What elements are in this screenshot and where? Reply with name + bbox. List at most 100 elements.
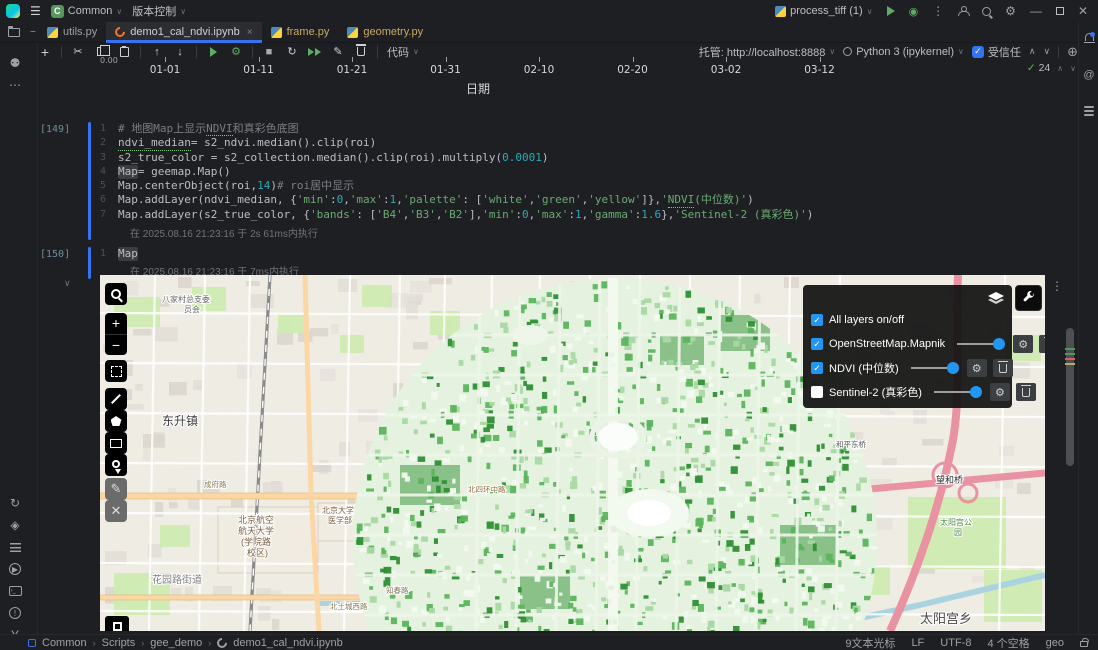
restart-kernel-button[interactable]: ↻ <box>285 45 299 59</box>
layer-settings-button[interactable]: ⚙ <box>1013 335 1033 353</box>
layer-visibility-checkbox[interactable] <box>811 386 823 398</box>
map-extra-button[interactable] <box>105 616 129 631</box>
status-item[interactable]: geo <box>1046 637 1064 649</box>
run-button[interactable] <box>887 6 895 16</box>
structure-tool-icon[interactable]: ⚉ <box>7 55 23 71</box>
stop-kernel-button[interactable]: ■ <box>262 45 276 59</box>
vcs-menu[interactable]: 版本控制 ∨ <box>132 3 186 19</box>
tab-geometry.py[interactable]: geometry.py <box>338 22 432 42</box>
editor-scrollbar[interactable] <box>1064 60 1076 634</box>
move-cell-up-button[interactable]: ↑ <box>150 45 164 59</box>
code-editor-area[interactable]: 1Map <box>96 247 1060 261</box>
jupyter-server-selector[interactable]: 托管: http://localhost:8888 ∨ <box>699 44 835 60</box>
services-tool-icon[interactable] <box>7 539 23 555</box>
status-item[interactable]: 4 个空格 <box>987 635 1029 650</box>
lock-icon[interactable] <box>1080 641 1088 647</box>
code-line[interactable]: 1Map <box>96 247 1060 261</box>
cut-cell-button[interactable]: ✂ <box>71 45 85 59</box>
add-cell-button[interactable]: + <box>38 45 52 59</box>
search-everywhere-icon[interactable] <box>982 7 991 16</box>
status-item[interactable]: LF <box>911 637 924 649</box>
scroll-up-icon[interactable]: ∧ <box>1057 64 1063 73</box>
window-maximize-button[interactable] <box>1056 7 1064 15</box>
layer-opacity-slider[interactable] <box>934 391 980 393</box>
layer-visibility-checkbox[interactable]: ✓ <box>811 362 823 374</box>
terminal-tool-icon[interactable]: ›_ <box>7 583 23 599</box>
fullscreen-button[interactable] <box>105 360 127 382</box>
run-cell-button[interactable] <box>206 45 220 59</box>
layer-settings-button[interactable]: ⚙ <box>967 359 987 377</box>
more-actions-kebab-icon[interactable]: ⋮ <box>932 4 944 18</box>
all-layers-checkbox[interactable]: ✓ <box>811 314 823 326</box>
run-tool-icon[interactable]: ▶ <box>7 561 23 577</box>
layer-opacity-slider[interactable] <box>957 343 1003 345</box>
window-minimize-button[interactable]: — <box>1030 4 1042 18</box>
tab-close-icon[interactable]: × <box>247 27 253 38</box>
ai-assistant-icon[interactable]: @ <box>1082 68 1096 82</box>
browser-preview-icon[interactable]: ⊕ <box>1067 44 1078 60</box>
zoom-out-button[interactable]: − <box>105 335 127 356</box>
clear-outputs-button[interactable]: ✎ <box>331 45 345 59</box>
run-config-selector[interactable]: process_tiff (1) ∨ <box>775 5 872 17</box>
code-with-me-icon[interactable] <box>958 6 968 16</box>
kernel-selector[interactable]: Python 3 (ipykernel) ∨ <box>843 46 964 58</box>
prev-cell-button[interactable]: ∧ <box>1029 46 1036 57</box>
notifications-bell-icon[interactable] <box>1082 30 1096 44</box>
code-line[interactable]: 7Map.addLayer(s2_true_color, {'bands': [… <box>96 208 1060 222</box>
tab-demo1_cal_ndvi.ipynb[interactable]: demo1_cal_ndvi.ipynb× <box>106 22 261 42</box>
draw-marker-button[interactable] <box>105 454 127 476</box>
sync-tool-icon[interactable]: ↻ <box>7 495 23 511</box>
project-selector[interactable]: C Common ∨ <box>51 5 122 18</box>
code-line[interactable]: 1# 地图Map上显示NDVI和真彩色底图 <box>96 122 1060 136</box>
window-close-button[interactable]: ✕ <box>1078 4 1088 18</box>
run-all-cells-button[interactable] <box>308 45 322 59</box>
commit-tool-icon[interactable]: ◈ <box>7 517 23 533</box>
code-line[interactable]: 5Map.centerObject(roi, 14) # roi居中显示 <box>96 179 1060 193</box>
layer-opacity-slider[interactable] <box>911 367 957 369</box>
code-line[interactable]: 6Map.addLayer(ndvi_median, {'min': 0, 'm… <box>96 193 1060 207</box>
draw-rectangle-button[interactable] <box>105 432 127 454</box>
breadcrumb-item[interactable]: Scripts <box>102 637 136 649</box>
problems-tool-icon[interactable]: ! <box>7 605 23 621</box>
main-menu-icon[interactable]: ☰ <box>30 4 41 18</box>
zoom-in-button[interactable]: + <box>105 313 127 334</box>
status-item[interactable]: UTF-8 <box>940 637 971 649</box>
more-tools-icon[interactable]: ⋯ <box>7 77 23 93</box>
breadcrumb-item[interactable]: Common <box>42 637 87 649</box>
layers-panel-icon[interactable] <box>988 292 1004 306</box>
draw-polyline-button[interactable] <box>105 388 127 410</box>
paste-cell-button[interactable] <box>117 45 131 59</box>
move-cell-down-button[interactable]: ↓ <box>173 45 187 59</box>
code-cell-149[interactable]: [149] 1# 地图Map上显示NDVI和真彩色底图2ndvi_median … <box>38 122 1060 240</box>
code-line[interactable]: 4Map = geemap.Map() <box>96 165 1060 179</box>
next-cell-button[interactable]: ∨ <box>1044 46 1051 57</box>
debug-button[interactable]: ◉ <box>909 5 919 18</box>
settings-gear-icon[interactable]: ⚙ <box>1005 4 1016 18</box>
breadcrumb-item[interactable]: gee_demo <box>150 637 202 649</box>
layer-visibility-checkbox[interactable]: ✓ <box>811 338 823 350</box>
edit-layers-button[interactable]: ✎ <box>105 478 127 500</box>
trusted-checkbox[interactable]: ✓ 受信任 <box>972 44 1021 60</box>
output-collapse-chevron[interactable]: ∨ <box>64 278 71 289</box>
map-toolbar-wrench-button[interactable] <box>1015 285 1042 311</box>
output-options-kebab-icon[interactable]: ⋮ <box>1051 279 1063 293</box>
code-line[interactable]: 2ndvi_median = s2_ndvi.median().clip(roi… <box>96 136 1060 150</box>
hide-tool-window-icon[interactable]: − <box>30 27 36 38</box>
database-tool-icon[interactable] <box>1082 104 1096 118</box>
run-cell-select-below-button[interactable]: ⚙ <box>229 45 243 59</box>
project-tool-window-icon[interactable] <box>8 28 20 37</box>
status-item[interactable]: 9文本光标 <box>845 635 895 650</box>
layer-delete-button[interactable] <box>993 359 1013 377</box>
breadcrumb-item[interactable]: demo1_cal_ndvi.ipynb <box>233 637 342 649</box>
delete-cell-button[interactable] <box>354 45 368 59</box>
code-editor-area[interactable]: 1# 地图Map上显示NDVI和真彩色底图2ndvi_median = s2_n… <box>96 122 1060 222</box>
tab-utils.py[interactable]: utils.py <box>38 22 106 42</box>
breadcrumb[interactable]: Common›Scripts›gee_demo›demo1_cal_ndvi.i… <box>0 637 343 649</box>
delete-layers-button[interactable]: ✕ <box>105 500 127 522</box>
map-search-button[interactable] <box>105 283 127 305</box>
layer-delete-button[interactable] <box>1039 335 1045 353</box>
tab-frame.py[interactable]: frame.py <box>262 22 339 42</box>
cell-type-selector[interactable]: 代码 ∨ <box>387 44 419 60</box>
layer-settings-button[interactable]: ⚙ <box>990 383 1010 401</box>
layer-delete-button[interactable] <box>1016 383 1036 401</box>
